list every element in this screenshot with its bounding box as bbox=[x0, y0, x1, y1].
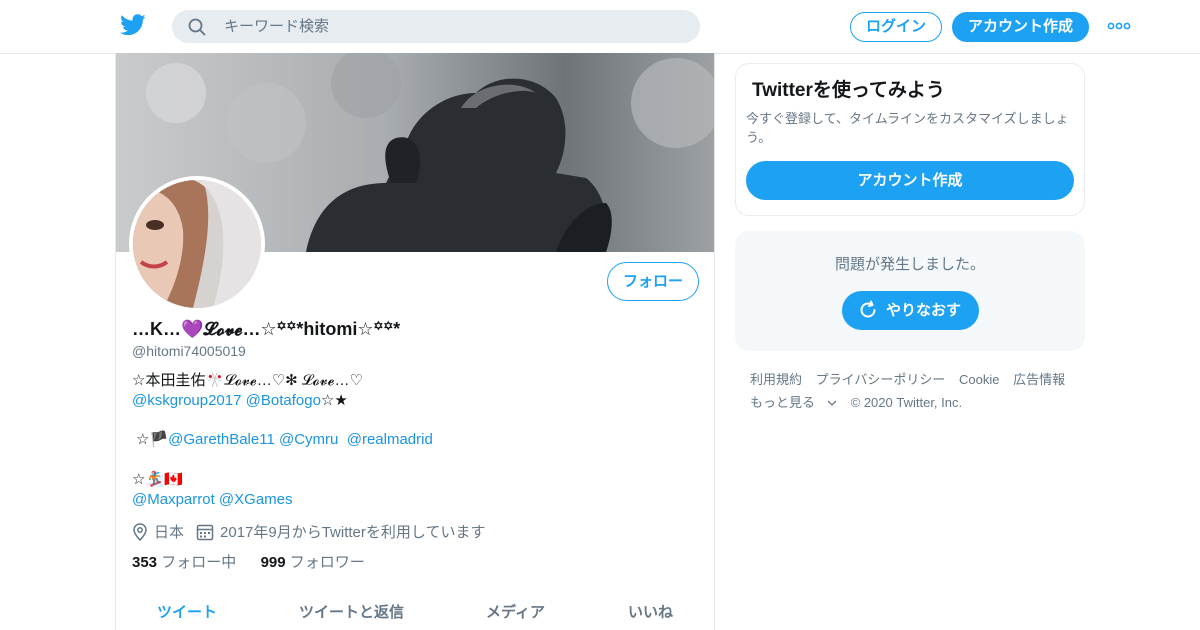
error-card: 問題が発生しました。 やりなおす bbox=[735, 231, 1085, 351]
avatar-photo bbox=[133, 180, 261, 308]
footer-links: 利用規約 プライバシーポリシー Cookie 広告情報 もっと見る © 2020… bbox=[750, 368, 1075, 414]
bio-text: ☆★ bbox=[320, 392, 348, 409]
footer-link-terms[interactable]: 利用規約 bbox=[750, 372, 802, 387]
mention-link[interactable]: @Maxparrot bbox=[132, 491, 215, 508]
following-stat[interactable]: 353 フォロー中 bbox=[132, 554, 236, 571]
mention-link[interactable]: @Cymru bbox=[279, 431, 338, 448]
bio-line-1: ☆本田圭佑🎌𝓛𝓸𝓿𝓮…♡✻ 𝓛𝓸𝓿𝓮…♡ bbox=[132, 372, 363, 389]
footer-link-ads[interactable]: 広告情報 bbox=[1013, 372, 1065, 387]
mention-link[interactable]: @Botafogo bbox=[246, 392, 321, 409]
bio-line-5: @Maxparrot @XGames bbox=[132, 490, 293, 510]
footer-more-link[interactable]: もっと見る bbox=[750, 395, 837, 410]
twitter-bird-icon[interactable] bbox=[120, 14, 146, 36]
tab-tweets[interactable]: ツイート bbox=[157, 601, 217, 622]
tab-likes[interactable]: いいね bbox=[628, 601, 673, 622]
signup-button[interactable]: アカウント作成 bbox=[952, 12, 1089, 42]
footer-link-privacy[interactable]: プライバシーポリシー bbox=[816, 372, 946, 387]
more-dots-icon[interactable] bbox=[1107, 17, 1131, 35]
search-input[interactable]: キーワード検索 bbox=[224, 18, 329, 36]
create-account-button[interactable]: アカウント作成 bbox=[746, 161, 1074, 200]
search-icon bbox=[188, 18, 206, 36]
bio-line-4: ☆🏂🇨🇦 bbox=[132, 471, 183, 488]
signup-card-description: 今すぐ登録して、タイムラインをカスタマイズしましょう。 bbox=[746, 111, 1069, 145]
location-pin-icon bbox=[133, 522, 147, 541]
error-message: 問題が発生しました。 bbox=[834, 256, 985, 273]
calendar-icon bbox=[196, 524, 214, 540]
profile-avatar[interactable] bbox=[129, 176, 265, 312]
bio-line-2: @kskgroup2017 @Botafogo☆★ bbox=[132, 391, 348, 411]
mention-link[interactable]: @kskgroup2017 bbox=[132, 392, 241, 409]
profile-meta: 日本 2017年9月からTwitterを利用しています bbox=[132, 521, 485, 542]
tab-tweets-and-replies[interactable]: ツイートと返信 bbox=[299, 601, 404, 622]
profile-display-name: …K…💜𝓛𝓸𝓿𝓮…☆꙳꙳*hitomi☆꙳꙳* bbox=[132, 319, 401, 339]
footer-copyright: © 2020 Twitter, Inc. bbox=[850, 395, 963, 410]
retry-button[interactable]: やりなおす bbox=[842, 291, 979, 330]
follow-button[interactable]: フォロー bbox=[607, 262, 699, 301]
login-button[interactable]: ログイン bbox=[850, 12, 942, 42]
following-count: 353 bbox=[132, 554, 158, 571]
profile-location: 日本 bbox=[154, 524, 185, 541]
footer-more-label: もっと見る bbox=[750, 395, 816, 410]
signup-prompt-card: Twitterを使ってみよう 今すぐ登録して、タイムラインをカスタマイズしましょ… bbox=[735, 63, 1085, 216]
profile-tabs: ツイート ツイートと返信 メディア いいね bbox=[116, 588, 714, 630]
top-navigation-bar: キーワード検索 ログイン アカウント作成 bbox=[0, 0, 1200, 54]
signup-card-title: Twitterを使ってみよう bbox=[752, 80, 945, 101]
mention-link[interactable]: @realmadrid bbox=[347, 431, 433, 448]
following-label: フォロー中 bbox=[161, 554, 237, 571]
profile-column: フォロー …K…💜𝓛𝓸𝓿𝓮…☆꙳꙳*hitomi☆꙳꙳* @hitomi7400… bbox=[115, 53, 715, 630]
refresh-icon bbox=[860, 300, 876, 318]
profile-stats: 353 フォロー中 999 フォロワー bbox=[132, 551, 365, 572]
mention-link[interactable]: @GarethBale11 bbox=[168, 431, 275, 448]
bio-line-3: ☆🏴@GarethBale11 @Cymru @realmadrid bbox=[136, 430, 433, 450]
mention-link[interactable]: @XGames bbox=[219, 491, 293, 508]
followers-label: フォロワー bbox=[289, 554, 365, 571]
chevron-down-icon bbox=[827, 400, 837, 406]
followers-count: 999 bbox=[260, 554, 286, 571]
tab-media[interactable]: メディア bbox=[486, 601, 545, 622]
profile-join-date: 2017年9月からTwitterを利用しています bbox=[220, 524, 486, 541]
footer-link-cookie[interactable]: Cookie bbox=[959, 372, 999, 387]
bio-text: ☆🏴 bbox=[136, 431, 169, 448]
search-box[interactable]: キーワード検索 bbox=[172, 10, 700, 43]
retry-label: やりなおす bbox=[886, 302, 962, 319]
profile-handle[interactable]: @hitomi74005019 bbox=[132, 343, 246, 359]
followers-stat[interactable]: 999 フォロワー bbox=[261, 554, 365, 571]
